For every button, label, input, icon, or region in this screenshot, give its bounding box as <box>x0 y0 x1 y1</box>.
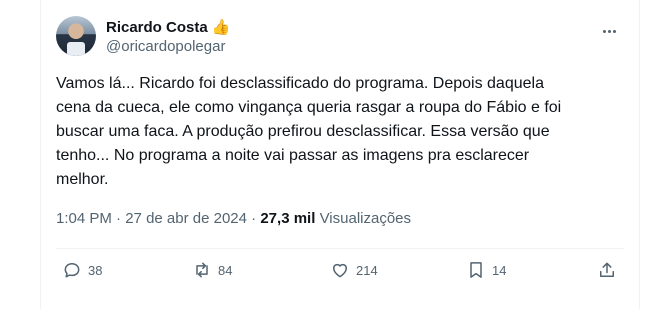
more-dot-icon <box>602 29 606 33</box>
tweet-time[interactable]: 1:04 PM <box>56 210 112 227</box>
retweet-button[interactable]: 84 <box>192 258 232 282</box>
meta-separator: · <box>116 210 122 227</box>
tweet-meta: 1:04 PM · 27 de abr de 2024 · 27,3 mil V… <box>56 209 411 229</box>
author-display-name[interactable]: Ricardo Costa <box>106 18 208 37</box>
views-count: 27,3 mil <box>260 210 316 227</box>
like-button[interactable]: 214 <box>330 258 378 282</box>
avatar[interactable] <box>56 16 96 56</box>
reply-icon <box>64 263 80 278</box>
author-handle[interactable]: @oricardopolegar <box>106 37 230 56</box>
more-dot-icon <box>612 29 616 33</box>
tweet-date[interactable]: 27 de abr de 2024 <box>125 210 247 227</box>
tweet-text: Vamos lá... Ricardo foi desclassificado … <box>56 75 562 188</box>
bookmark-icon <box>470 262 482 278</box>
retweet-count: 84 <box>218 262 233 278</box>
heart-icon <box>333 263 347 278</box>
like-count: 214 <box>356 262 378 278</box>
bookmark-count: 14 <box>492 262 507 278</box>
share-icon <box>600 262 614 277</box>
views-label: Visualizações <box>319 210 412 227</box>
divider <box>56 248 624 249</box>
thumbs-up-emoji-icon: 👍 <box>211 19 231 36</box>
tweet-header: Ricardo Costa 👍 @oricardopolegar <box>56 16 624 60</box>
more-dot-icon <box>607 29 611 33</box>
reply-count: 38 <box>88 262 103 278</box>
share-button[interactable] <box>597 258 617 282</box>
reply-button[interactable]: 38 <box>62 258 102 282</box>
bookmark-button[interactable]: 14 <box>466 258 506 282</box>
more-options-button[interactable] <box>594 16 624 46</box>
tweet-card[interactable]: Ricardo Costa 👍 @oricardopolegar Vamos lá… <box>40 0 640 309</box>
meta-separator: · <box>251 210 257 227</box>
retweet-icon <box>196 262 208 278</box>
author-names: Ricardo Costa 👍 @oricardopolegar <box>106 18 230 56</box>
action-bar: 38 84 214 14 <box>56 258 626 282</box>
